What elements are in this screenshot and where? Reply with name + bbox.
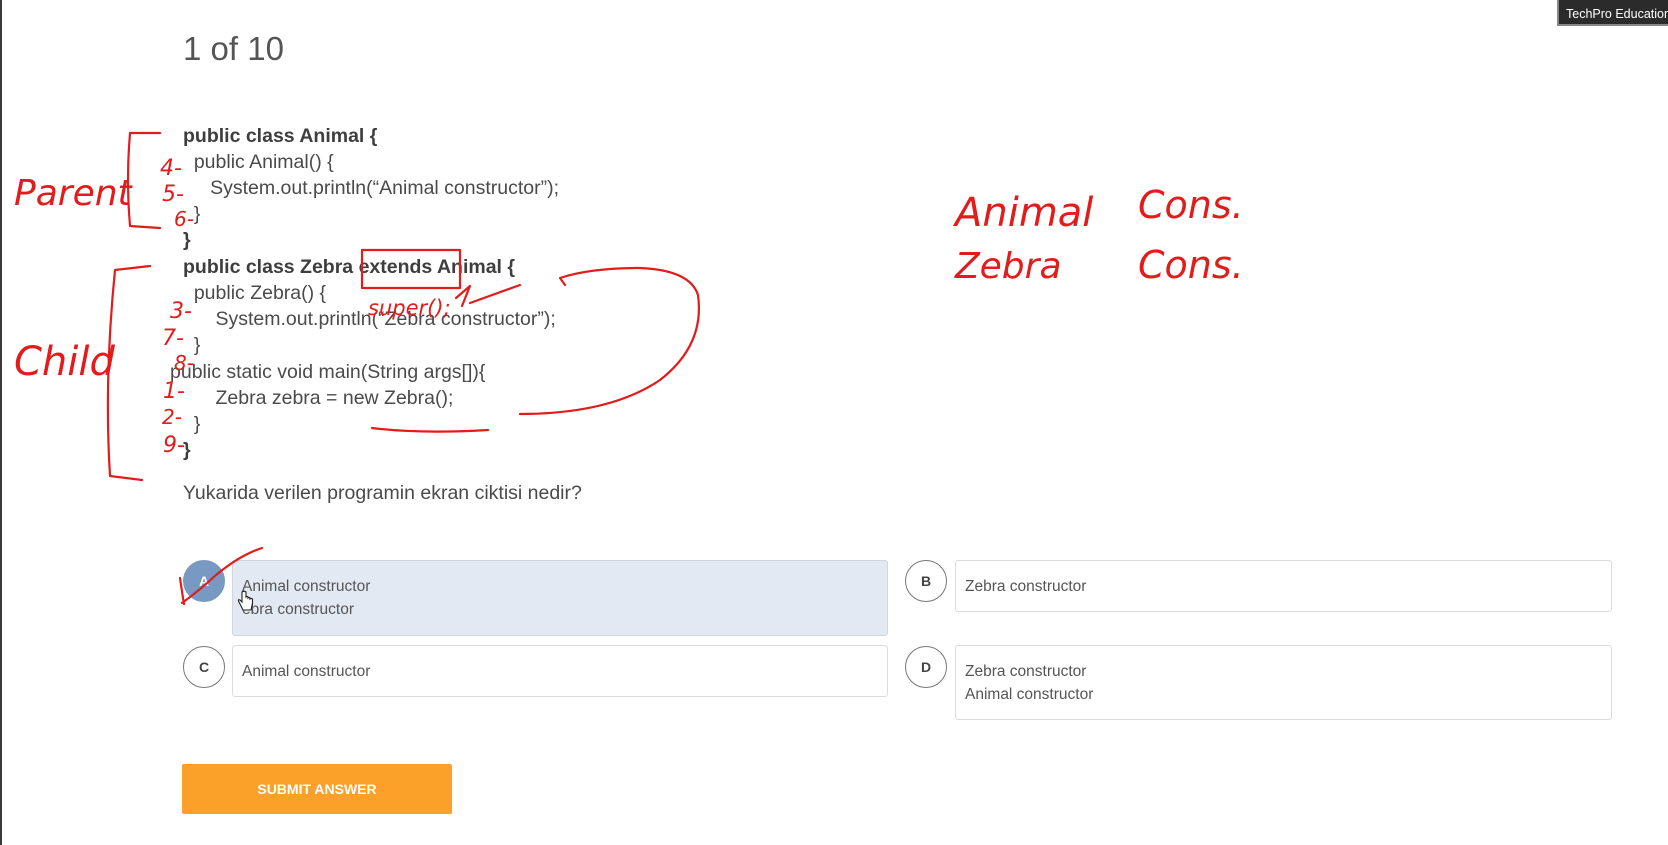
code-line-8: System.out.println(“Zebra constructor”); <box>183 308 556 330</box>
order-number: 9- <box>163 433 185 458</box>
order-number: 5- <box>162 182 184 207</box>
note-cons-2: Cons. <box>1138 243 1244 287</box>
option-b-radio[interactable]: B <box>905 560 947 602</box>
option-a-answer[interactable]: Animal constructor ebra constructor <box>232 560 888 636</box>
annotation-parent: Parent <box>14 173 134 214</box>
option-c-radio[interactable]: C <box>183 646 225 688</box>
option-a-radio[interactable]: A <box>183 560 225 602</box>
code-line-5: } <box>183 229 191 251</box>
option-a-line-1: Animal constructor <box>242 578 371 595</box>
code-line-7: public Zebra() { <box>183 282 327 304</box>
new-zebra-underline <box>370 426 490 433</box>
question-counter: 1 of 10 <box>183 30 284 67</box>
code-line-11: Zebra zebra = new Zebra(); <box>183 387 454 409</box>
code-line-3: System.out.println(“Animal constructor”)… <box>183 177 560 199</box>
option-d-answer[interactable]: Zebra constructor Animal constructor <box>955 645 1612 720</box>
option-d-line-1: Zebra constructor <box>965 663 1087 680</box>
hand-cursor-icon <box>237 590 255 617</box>
child-bracket <box>106 264 152 482</box>
super-arrow-head <box>454 284 472 308</box>
code-line-12: } <box>183 413 201 435</box>
super-arrow <box>468 283 522 305</box>
call-flow-loop <box>518 266 700 416</box>
order-number: 2- <box>162 405 182 429</box>
option-b-answer[interactable]: Zebra constructor <box>955 560 1612 612</box>
note-animal: Animal <box>952 190 1093 236</box>
annotation-child: Child <box>14 339 116 385</box>
code-line-6: public class Zebra extends Animal { <box>183 256 515 278</box>
option-d-line-2: Animal constructor <box>965 686 1094 703</box>
code-line-1: public class Animal { <box>183 125 378 147</box>
code-line-13: } <box>183 439 191 461</box>
parent-bracket <box>126 131 162 230</box>
code-line-4: } <box>183 203 201 225</box>
option-c-answer[interactable]: Animal constructor <box>232 645 888 697</box>
order-number: 7- <box>162 326 184 351</box>
code-line-10: public static void main(String args[]){ <box>170 361 486 383</box>
order-number: 4- <box>160 156 182 181</box>
option-a-line-2: ebra constructor <box>242 601 354 618</box>
note-zebra: Zebra <box>954 246 1062 287</box>
note-cons-1: Cons. <box>1138 183 1244 227</box>
submit-answer-button[interactable]: SUBMIT ANSWER <box>182 764 452 814</box>
option-d-radio[interactable]: D <box>905 646 947 688</box>
code-line-2: public Animal() { <box>183 151 334 173</box>
question-text: Yukarida verilen programin ekran ciktisi… <box>183 482 582 504</box>
presenter-name-tag: TechPro Education <box>1557 0 1668 26</box>
option-c-line-1: Animal constructor <box>242 663 371 680</box>
code-line-9: } <box>183 334 201 356</box>
option-b-line-1: Zebra constructor <box>965 578 1087 595</box>
window-left-edge <box>0 0 2 845</box>
